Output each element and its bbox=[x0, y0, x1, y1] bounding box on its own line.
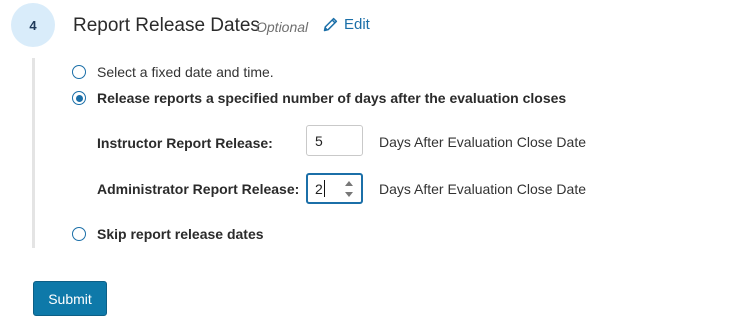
edit-link[interactable]: Edit bbox=[322, 16, 370, 33]
radio-label: Select a fixed date and time. bbox=[97, 64, 274, 80]
instructor-days-input[interactable]: 5 bbox=[306, 125, 363, 156]
number-stepper[interactable] bbox=[344, 179, 354, 199]
edit-label: Edit bbox=[344, 16, 370, 33]
radio-button-selected[interactable] bbox=[72, 91, 86, 105]
radio-skip-release[interactable]: Skip report release dates bbox=[72, 226, 264, 242]
instructor-days-value: 5 bbox=[315, 132, 323, 149]
administrator-days-input[interactable]: 2 bbox=[306, 173, 363, 204]
step-number-badge: 4 bbox=[11, 3, 55, 47]
step-number: 4 bbox=[29, 17, 37, 33]
instructor-days-suffix: Days After Evaluation Close Date bbox=[379, 134, 586, 150]
step-title: Report Release Dates bbox=[73, 15, 260, 36]
administrator-release-label: Administrator Report Release: bbox=[97, 181, 300, 197]
chevron-up-icon[interactable] bbox=[345, 181, 353, 186]
radio-button[interactable] bbox=[72, 65, 86, 79]
radio-label: Release reports a specified number of da… bbox=[97, 90, 567, 106]
radio-label: Skip report release dates bbox=[97, 226, 264, 242]
instructor-release-label: Instructor Report Release: bbox=[97, 135, 273, 151]
administrator-days-value: 2 bbox=[315, 180, 323, 197]
text-caret bbox=[323, 180, 325, 197]
optional-label: Optional bbox=[256, 19, 309, 35]
radio-button[interactable] bbox=[72, 227, 86, 241]
pencil-icon bbox=[322, 16, 339, 33]
administrator-days-suffix: Days After Evaluation Close Date bbox=[379, 181, 586, 197]
step-rail bbox=[32, 58, 35, 248]
chevron-down-icon[interactable] bbox=[345, 192, 353, 197]
submit-button[interactable]: Submit bbox=[33, 281, 107, 316]
radio-days-after-close[interactable]: Release reports a specified number of da… bbox=[72, 90, 566, 106]
radio-fixed-date[interactable]: Select a fixed date and time. bbox=[72, 64, 274, 80]
